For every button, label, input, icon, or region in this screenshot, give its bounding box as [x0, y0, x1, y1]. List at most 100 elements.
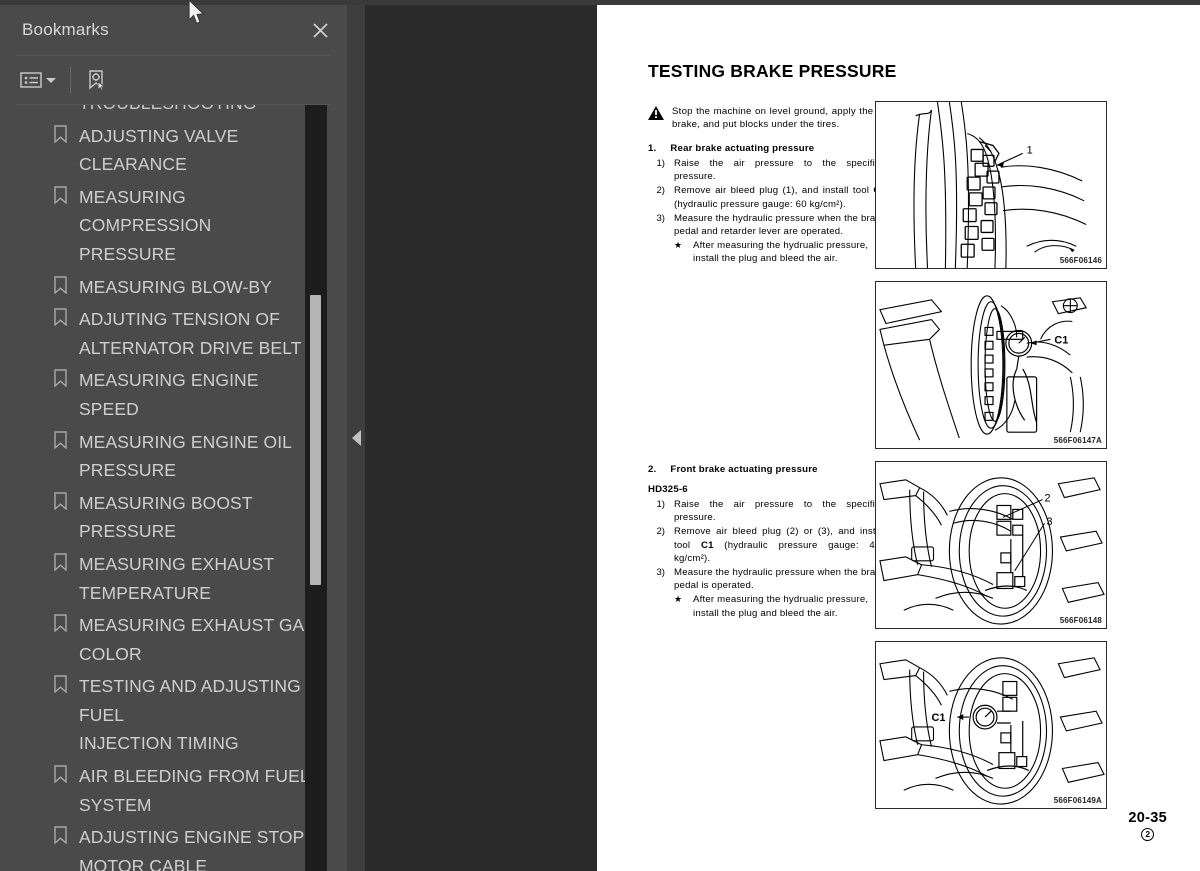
step-item: 3) Measure the hydraulic pressure when th… [648, 566, 910, 592]
page-title: TESTING BRAKE PRESSURE [648, 61, 897, 81]
bookmark-pointer-icon[interactable] [81, 64, 111, 96]
list-options-icon[interactable] [16, 64, 60, 96]
figure-code: 566F06149A [1053, 796, 1102, 805]
step-item: 1) Raise the air pressure to the specifie… [648, 157, 910, 183]
figure-front-brake-gauge: C1 566F06149A [875, 641, 1107, 809]
figure-rear-brake-gauge: C1 566F06147A [875, 281, 1107, 449]
step-text: Measure the hydraulic pressure when the … [674, 567, 886, 592]
step-number: 3) [656, 567, 665, 579]
revision-badge: 2 [1141, 828, 1155, 841]
substep-text: After measuring the hydrualic pressure, … [693, 240, 869, 265]
step-item: 1) Raise the air pressure to the specifie… [648, 498, 910, 524]
step-number: 3) [656, 212, 665, 224]
substep-text: After measuring the hydrualic pressure, … [693, 594, 869, 619]
bookmark-label: MEASURING ENGINE OIL PRESSURE [79, 431, 293, 481]
figure-front-brake-plugs: 2 3 566F06148 [875, 461, 1107, 629]
bookmark-icon [54, 275, 67, 295]
model-label: HD325-6 [648, 484, 688, 495]
section-heading: 2. Front brake actuating pressure [648, 464, 910, 475]
bookmark-icon [54, 765, 67, 784]
section-front-brake: 2. Front brake actuating pressure HD325-6 1… [648, 464, 910, 620]
sidebar-toolbar [0, 56, 347, 104]
warning-triangle-icon [648, 106, 664, 131]
page-side-code: 056006 [597, 369, 600, 404]
bookmark-label: AIR BLEEDING FROM FUEL SYSTEM [79, 766, 310, 815]
bookmark-list-container: TROUBLESHOOTING ADJUSTING VALVE CLEARANCE… [0, 105, 347, 871]
svg-text:2: 2 [1045, 493, 1051, 505]
bookmark-item[interactable]: ADJUSTING VALVE CLEARANCE [0, 120, 327, 181]
step-list: 1) Raise the air pressure to the specifie… [648, 498, 910, 592]
toolbar-separator [70, 67, 71, 93]
section-rear-brake: 1. Rear brake actuating pressure 1) Raise t… [648, 143, 910, 266]
bookmark-icon [54, 124, 67, 144]
bookmark-list: TROUBLESHOOTING ADJUSTING VALVE CLEARANCE… [0, 105, 327, 871]
section-title: Front brake actuating pressure [670, 464, 818, 475]
sidebar-scrollbar[interactable] [305, 105, 327, 871]
bookmark-item[interactable]: TROUBLESHOOTING [0, 105, 327, 120]
svg-text:3: 3 [1047, 516, 1053, 528]
triangle-left-icon [351, 430, 361, 446]
bookmark-icon [54, 430, 67, 450]
bookmark-icon [54, 186, 67, 205]
section-number: 2. [648, 464, 657, 475]
bookmark-item[interactable]: MEASURING ENGINE SPEED [0, 364, 327, 425]
bookmark-icon [54, 492, 67, 511]
bookmark-item[interactable]: MEASURING BLOW-BY [0, 271, 327, 304]
bookmark-label: TESTING AND ADJUSTING FUEL INJECTION TIM… [79, 676, 301, 754]
bookmark-item[interactable]: AIR BLEEDING FROM FUEL SYSTEM [0, 760, 327, 821]
bookmark-label: ADJUSTING ENGINE STOP MOTOR CABLE [79, 827, 305, 871]
star-icon: ★ [674, 594, 683, 605]
bookmark-label: ADJUSTING VALVE CLEARANCE [79, 125, 239, 175]
pdf-page-viewer[interactable]: 056006 TESTING BRAKE PRESSURE Stop the m… [365, 0, 1200, 871]
step-number: 1) [656, 499, 665, 510]
bookmark-item[interactable]: ADJUTING TENSION OF ALTERNATOR DRIVE BEL… [0, 303, 327, 364]
bookmark-item[interactable]: MEASURING ENGINE OIL PRESSURE [0, 426, 327, 487]
bookmark-label: MEASURING ENGINE SPEED [79, 370, 259, 419]
star-icon: ★ [674, 240, 683, 251]
bookmark-item[interactable]: TESTING AND ADJUSTING FUEL INJECTION TIM… [0, 670, 327, 760]
svg-text:C1: C1 [932, 712, 946, 724]
figure-rear-brake-plug: 1 566F06146 [875, 101, 1107, 269]
bookmark-item[interactable]: MEASURING EXHAUST TEMPERATURE [0, 548, 327, 609]
step-number: 2) [656, 526, 665, 538]
sidebar-collapse-handle[interactable] [347, 0, 365, 871]
step-item: 2) Remove air bleed plug (2) or (3), and … [648, 525, 910, 565]
page-number: 20-35 2 [1128, 810, 1167, 841]
svg-text:C1: C1 [1054, 334, 1068, 346]
bookmark-icon [54, 826, 67, 845]
svg-text:1: 1 [1027, 144, 1033, 156]
bookmark-label: TROUBLESHOOTING [50, 105, 257, 118]
bookmark-item[interactable]: ADJUSTING ENGINE STOP MOTOR CABLE [0, 821, 327, 871]
sidebar-title: Bookmarks [22, 20, 109, 39]
step-text: Remove air bleed plug (2) or (3), and in… [674, 526, 886, 564]
step-list: 1) Raise the air pressure to the specifie… [648, 157, 910, 238]
bookmark-icon [54, 614, 67, 633]
step-text: Remove air bleed plug (1), and install t… [674, 185, 886, 210]
step-text: Raise the air pressure to the specified … [674, 158, 886, 183]
sidebar-header: Bookmarks [0, 5, 347, 55]
bookmark-label: MEASURING BLOW-BY [79, 276, 272, 297]
chevron-down-icon [46, 77, 56, 83]
step-item: 3) Measure the hydraulic pressure when th… [648, 212, 910, 238]
bookmark-item[interactable]: MEASURING BOOST PRESSURE [0, 487, 327, 548]
close-icon[interactable] [307, 17, 333, 43]
pdf-page: 056006 TESTING BRAKE PRESSURE Stop the m… [597, 5, 1200, 871]
bookmark-item[interactable]: MEASURING EXHAUST GAS COLOR [0, 609, 327, 670]
section-title: Rear brake actuating pressure [670, 143, 815, 154]
bookmark-icon [54, 675, 67, 694]
step-number: 1) [656, 158, 665, 169]
step-text: Raise the air pressure to the specified … [674, 499, 886, 524]
bookmark-item[interactable]: MEASURING COMPRESSION PRESSURE [0, 181, 327, 271]
section-number: 1. [648, 143, 657, 154]
figure-code: 566F06146 [1059, 256, 1102, 265]
bookmark-label: MEASURING EXHAUST GAS COLOR [79, 615, 317, 664]
section-heading: 1. Rear brake actuating pressure [648, 143, 910, 154]
bookmark-label: MEASURING BOOST PRESSURE [79, 492, 253, 542]
bookmark-label: MEASURING EXHAUST TEMPERATURE [79, 553, 275, 603]
bookmark-label: ADJUTING TENSION OF ALTERNATOR DRIVE BEL… [79, 309, 302, 358]
bookmark-icon [54, 308, 67, 327]
pdf-reader-window: Bookmarks ADJUSTING VALVE CLEARANCE MEAS… [0, 0, 1200, 871]
bookmark-label: MEASURING COMPRESSION PRESSURE [79, 186, 212, 264]
figure-code: 566F06147A [1053, 436, 1102, 445]
sidebar-scrollbar-thumb[interactable] [310, 295, 321, 585]
